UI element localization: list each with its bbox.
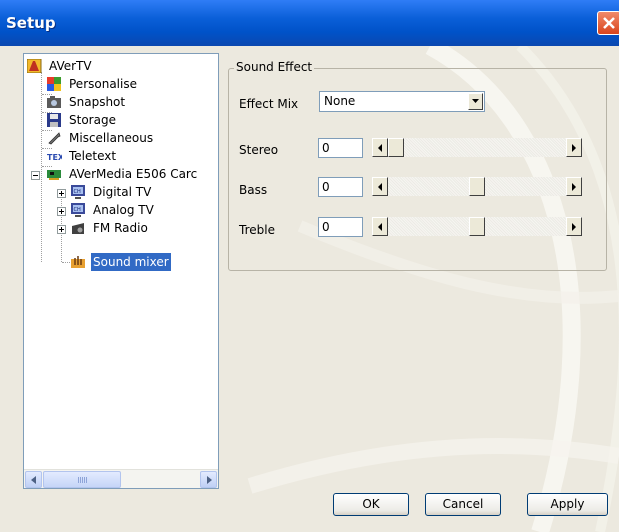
treble-slider[interactable] bbox=[372, 217, 582, 236]
tree-item-label: Miscellaneous bbox=[69, 131, 154, 145]
analog-tv-icon: CH bbox=[71, 203, 85, 217]
arrow-right-icon bbox=[572, 144, 576, 152]
slider-right-button[interactable] bbox=[566, 217, 582, 236]
dropdown-button[interactable] bbox=[468, 93, 483, 110]
slider-left-button[interactable] bbox=[372, 138, 388, 157]
slider-right-button[interactable] bbox=[566, 177, 582, 196]
slider-left-button[interactable] bbox=[372, 217, 388, 236]
slider-track[interactable] bbox=[388, 138, 566, 157]
svg-text:TEXT: TEXT bbox=[47, 153, 62, 162]
window-title: Setup bbox=[6, 14, 56, 32]
expand-toggle[interactable] bbox=[57, 225, 66, 234]
slider-thumb[interactable] bbox=[469, 177, 485, 196]
group-title: Sound Effect bbox=[234, 60, 315, 74]
bass-value-field[interactable]: 0 bbox=[318, 177, 363, 197]
effect-mix-value: None bbox=[324, 94, 356, 108]
slider-left-button[interactable] bbox=[372, 177, 388, 196]
tree-item-label: Personalise bbox=[69, 77, 137, 91]
stereo-value-field[interactable]: 0 bbox=[318, 138, 363, 158]
cancel-button[interactable]: Cancel bbox=[425, 493, 501, 516]
floppy-disk-icon bbox=[47, 113, 61, 127]
treble-label: Treble bbox=[239, 223, 275, 237]
scroll-thumb[interactable] bbox=[43, 471, 121, 488]
ok-button[interactable]: OK bbox=[333, 493, 409, 516]
title-bar: Setup bbox=[0, 0, 619, 46]
scroll-left-button[interactable] bbox=[25, 471, 42, 488]
stereo-slider[interactable] bbox=[372, 138, 582, 157]
slider-right-button[interactable] bbox=[566, 138, 582, 157]
tree-item-label: Digital TV bbox=[93, 185, 152, 199]
arrow-right-icon bbox=[572, 183, 576, 191]
arrow-left-icon bbox=[378, 144, 382, 152]
slider-thumb[interactable] bbox=[388, 138, 404, 157]
arrow-right-icon bbox=[207, 476, 212, 484]
collapse-toggle[interactable] bbox=[31, 171, 40, 180]
tree-item-label: Sound mixer bbox=[91, 253, 171, 271]
scroll-right-button[interactable] bbox=[200, 471, 217, 488]
svg-text:CH: CH bbox=[74, 207, 81, 213]
arrow-left-icon bbox=[378, 223, 382, 231]
treble-value-field[interactable]: 0 bbox=[318, 217, 363, 237]
effect-mix-dropdown[interactable]: None bbox=[319, 91, 485, 112]
slider-thumb[interactable] bbox=[469, 217, 485, 236]
svg-text:CH: CH bbox=[74, 189, 81, 195]
arrow-right-icon bbox=[572, 223, 576, 231]
apply-button[interactable]: Apply bbox=[527, 493, 608, 516]
arrow-left-icon bbox=[378, 183, 382, 191]
settings-tree[interactable]: AVerTV Personalise Snapshot Storage Misc… bbox=[23, 53, 219, 489]
sound-mixer-icon bbox=[71, 256, 85, 268]
expand-toggle[interactable] bbox=[57, 207, 66, 216]
tree-item-label: AVerMedia E506 Carc bbox=[69, 167, 198, 181]
tree-item-label: Snapshot bbox=[69, 95, 126, 109]
tree-item-label: Storage bbox=[69, 113, 116, 127]
arrow-left-icon bbox=[31, 476, 36, 484]
avertv-icon bbox=[27, 59, 42, 73]
expand-toggle[interactable] bbox=[57, 189, 66, 198]
personalise-icon bbox=[47, 77, 61, 91]
radio-icon bbox=[72, 223, 84, 234]
bass-label: Bass bbox=[239, 183, 268, 197]
effect-mix-label: Effect Mix bbox=[239, 97, 299, 111]
teletext-icon: TEXT bbox=[47, 153, 62, 162]
tree-item-label: Teletext bbox=[69, 149, 117, 163]
tree-horizontal-scrollbar[interactable] bbox=[24, 469, 218, 488]
tree-item-label: FM Radio bbox=[93, 221, 148, 235]
tv-card-icon bbox=[47, 170, 61, 180]
bass-slider[interactable] bbox=[372, 177, 582, 196]
digital-tv-icon: CH bbox=[71, 185, 85, 199]
tree-item-label: Analog TV bbox=[93, 203, 154, 217]
wrench-icon bbox=[48, 132, 61, 145]
close-icon bbox=[603, 17, 615, 29]
dialog-client-area: AVerTV Personalise Snapshot Storage Misc… bbox=[0, 46, 619, 532]
chevron-down-icon bbox=[472, 99, 479, 103]
stereo-label: Stereo bbox=[239, 143, 279, 157]
camera-icon bbox=[47, 96, 61, 108]
close-button[interactable] bbox=[597, 11, 619, 35]
tree-item-label: AVerTV bbox=[49, 59, 92, 73]
